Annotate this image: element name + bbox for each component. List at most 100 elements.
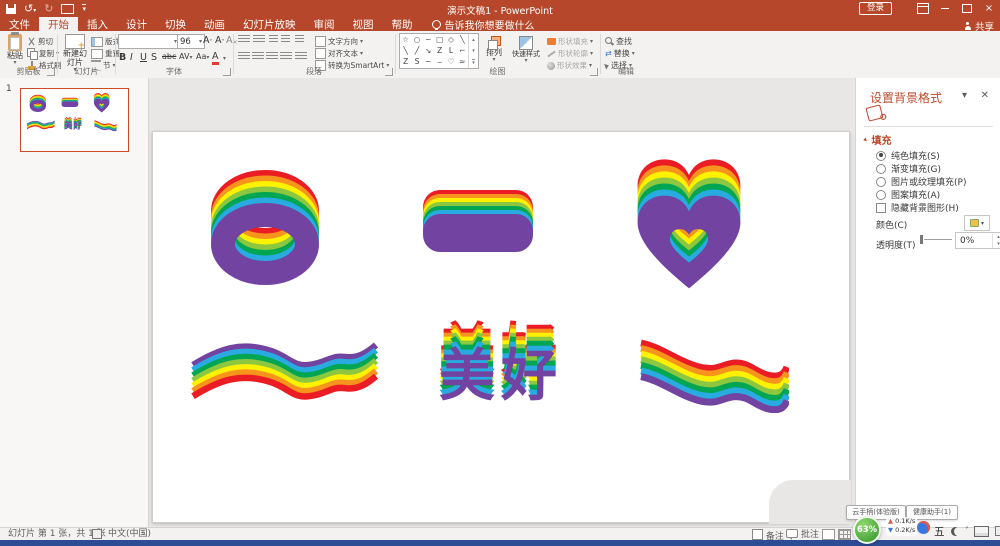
- tab-slideshow[interactable]: 幻灯片放映: [234, 17, 305, 31]
- shape-fill-icon: [547, 38, 556, 45]
- checkbox-icon: [876, 203, 886, 213]
- option-gradient-fill[interactable]: 渐变填充(G): [876, 162, 941, 175]
- radio-icon: [876, 164, 886, 174]
- minimize-button[interactable]: [934, 0, 956, 17]
- windows-taskbar[interactable]: [0, 540, 1000, 546]
- shapes-gallery-scrollbar[interactable]: ▴▾▾: [468, 34, 478, 68]
- speedup-ball[interactable]: 63%: [853, 516, 881, 544]
- rainbow-rounded-rect-shape[interactable]: [61, 97, 79, 108]
- shape-outline-icon: [547, 50, 556, 57]
- tab-home[interactable]: 开始: [39, 17, 78, 31]
- shape-gallery-item[interactable]: ⌐: [459, 46, 465, 55]
- find-button[interactable]: 查找: [605, 36, 632, 47]
- tab-insert[interactable]: 插入: [78, 17, 117, 31]
- tell-me-box[interactable]: 告诉我你想要做什么: [432, 17, 535, 31]
- slide-sorter-icon[interactable]: [838, 529, 851, 540]
- slide[interactable]: 美好: [152, 131, 850, 523]
- pane-close-button[interactable]: ✕: [981, 90, 989, 101]
- powerpoint-window: ↺▾ ↻ ▾ 演示文稿1 - PowerPoint 登录 × 文件 开始 插入 …: [0, 0, 1000, 546]
- ribbon: 粘贴▾ 剪切 复制▾ 格式刷 剪贴板 新建幻灯片▾ 版式▾ 重置 节▾ 幻灯片 …: [0, 31, 1000, 79]
- option-pattern-fill[interactable]: 图案填充(A): [876, 188, 940, 201]
- lightbulb-icon: [432, 20, 441, 29]
- sign-in-button[interactable]: 登录: [859, 2, 892, 15]
- rainbow-wave-right-shape[interactable]: [94, 119, 117, 132]
- drawing-dialog-launcher[interactable]: [590, 68, 598, 76]
- shape-gallery-item[interactable]: ~: [425, 57, 431, 66]
- rainbow-wave-left-shape[interactable]: [191, 339, 378, 407]
- rainbow-wordart-text[interactable]: 美好: [425, 349, 577, 405]
- option-picture-fill[interactable]: 图片或纹理填充(P): [876, 175, 966, 188]
- shape-gallery-item[interactable]: ╱: [415, 46, 420, 55]
- quick-styles-button[interactable]: 快速样式▾: [509, 36, 543, 65]
- replace-button[interactable]: ⇄替换▾: [605, 48, 635, 59]
- color-label: 颜色(C): [876, 218, 907, 231]
- rainbow-heart-shape[interactable]: [93, 93, 110, 114]
- shape-gallery-item[interactable]: □: [436, 35, 443, 44]
- tab-file[interactable]: 文件: [0, 17, 39, 31]
- fill-section-header[interactable]: ▸ 填充: [864, 132, 892, 147]
- language-indicator[interactable]: 中文(中国): [108, 529, 151, 540]
- shape-fill-button[interactable]: 形状填充▾: [547, 36, 593, 47]
- transparency-spinner[interactable]: 0% ▴▾: [955, 232, 1000, 249]
- tab-help[interactable]: 帮助: [383, 17, 422, 31]
- normal-view-icon[interactable]: [822, 529, 835, 540]
- pane-options-dropdown[interactable]: ▾: [962, 90, 967, 101]
- shape-gallery-item[interactable]: ≈: [459, 57, 465, 66]
- rainbow-wave-right-shape[interactable]: [639, 333, 789, 417]
- shape-gallery-item[interactable]: ↘: [425, 46, 431, 55]
- browser-tray-icon[interactable]: [917, 521, 930, 534]
- rainbow-wordart-text[interactable]: 美好: [62, 122, 85, 130]
- rainbow-wave-left-shape[interactable]: [27, 120, 55, 130]
- rainbow-donut-svg: [29, 95, 46, 113]
- tab-animations[interactable]: 动画: [195, 17, 234, 31]
- shape-gallery-item[interactable]: ♡: [448, 57, 455, 66]
- shape-gallery-item[interactable]: S: [415, 57, 420, 66]
- shape-gallery-item[interactable]: Z: [437, 46, 442, 55]
- rainbow-wave-svg: [639, 333, 789, 413]
- shapes-gallery: ☆○~□◇╲╲╱↘ZL⌐ZS~⌣♡≈ ▴▾▾: [399, 33, 479, 69]
- drawing-group-label: 绘图: [395, 66, 600, 77]
- maximize-icon: [962, 4, 972, 13]
- rainbow-donut-shape[interactable]: [208, 169, 323, 290]
- tab-design[interactable]: 设计: [117, 17, 156, 31]
- close-button[interactable]: ×: [978, 0, 1000, 17]
- shape-gallery-item[interactable]: ⌣: [437, 57, 442, 67]
- ime-toolbar: 五 ’: [934, 523, 1000, 539]
- ribbon-display-icon: [917, 3, 929, 14]
- keyboard-icon[interactable]: [974, 526, 989, 537]
- shape-gallery-item[interactable]: ◇: [448, 35, 454, 44]
- person-icon: [964, 22, 972, 30]
- option-solid-fill[interactable]: 纯色填充(S): [876, 149, 940, 162]
- spinner-arrows[interactable]: ▴▾: [992, 234, 1000, 248]
- shape-gallery-item[interactable]: ~: [425, 35, 431, 44]
- rainbow-rounded-rect-svg: [418, 188, 538, 254]
- punctuation-icon[interactable]: ’: [966, 526, 969, 536]
- rainbow-rounded-rect-shape[interactable]: [418, 188, 538, 258]
- rainbow-heart-shape[interactable]: [633, 156, 745, 293]
- slide-canvas-area: 美好: [149, 78, 855, 527]
- tab-transitions[interactable]: 切换: [156, 17, 195, 31]
- transparency-slider-knob[interactable]: [920, 235, 923, 244]
- color-dropdown-button[interactable]: ▾: [964, 215, 990, 231]
- shape-gallery-item[interactable]: ○: [414, 35, 421, 44]
- tab-view[interactable]: 视图: [344, 17, 383, 31]
- maximize-button[interactable]: [956, 0, 978, 17]
- option-hide-background[interactable]: 隐藏背景图形(H): [876, 201, 959, 214]
- shape-gallery-item[interactable]: ☆: [402, 35, 409, 44]
- ime-mode-button[interactable]: 五: [934, 524, 945, 539]
- shape-gallery-item[interactable]: L: [449, 46, 453, 55]
- paint-bucket-icon: [865, 104, 883, 121]
- ime-extra-icon[interactable]: [995, 526, 1000, 536]
- shape-outline-button[interactable]: 形状轮廓▾: [547, 48, 593, 59]
- arrange-button[interactable]: 排列▾: [481, 36, 507, 64]
- rainbow-donut-shape[interactable]: [29, 95, 46, 113]
- shape-gallery-item[interactable]: Z: [403, 57, 408, 66]
- slide-thumbnail[interactable]: 美好: [20, 88, 129, 152]
- transparency-slider-track[interactable]: [924, 239, 952, 240]
- moon-icon[interactable]: [951, 527, 960, 536]
- ribbon-display-options-button[interactable]: [912, 0, 934, 17]
- title-bar: ↺▾ ↻ ▾ 演示文稿1 - PowerPoint 登录 ×: [0, 0, 1000, 17]
- tab-review[interactable]: 审阅: [305, 17, 344, 31]
- shape-gallery-item[interactable]: ╲: [403, 46, 408, 55]
- shape-gallery-item[interactable]: ╲: [460, 35, 465, 44]
